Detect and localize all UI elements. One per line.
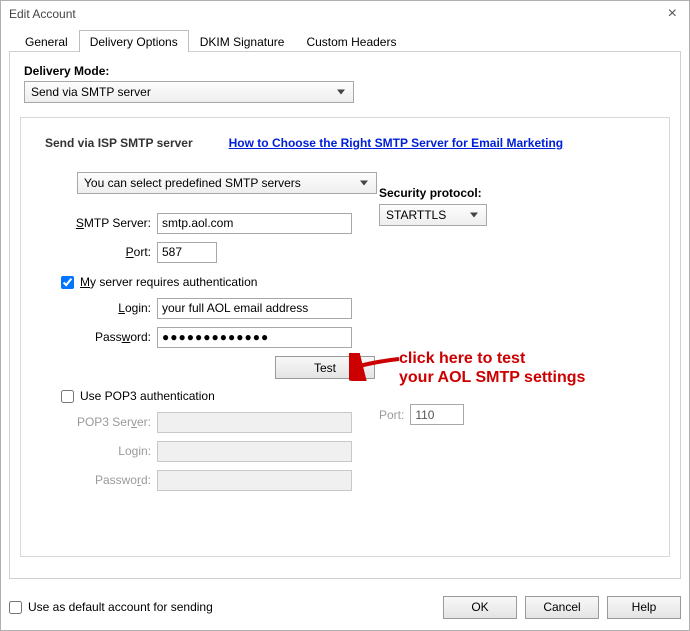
pop3-server-input bbox=[157, 412, 352, 433]
pop3-login-input bbox=[157, 441, 352, 462]
predefined-smtp-selected: You can select predefined SMTP servers bbox=[84, 176, 301, 190]
test-button[interactable]: Test bbox=[275, 356, 375, 379]
use-pop3-checkbox[interactable] bbox=[61, 390, 74, 403]
content-area: General Delivery Options DKIM Signature … bbox=[9, 29, 681, 586]
titlebar: Edit Account × bbox=[1, 1, 689, 27]
security-protocol-selected: STARTTLS bbox=[386, 208, 446, 222]
security-protocol-select[interactable]: STARTTLS bbox=[379, 204, 487, 226]
footer-buttons: OK Cancel Help bbox=[443, 596, 681, 619]
smtp-group: Send via ISP SMTP server How to Choose t… bbox=[20, 117, 670, 557]
delivery-mode-label: Delivery Mode: bbox=[24, 64, 670, 78]
pop3-password-label: Password: bbox=[45, 473, 157, 487]
close-icon[interactable]: × bbox=[662, 5, 683, 23]
cancel-button[interactable]: Cancel bbox=[525, 596, 599, 619]
pop3-fields: POP3 Server: Login: Password: bbox=[45, 409, 651, 493]
footer-left: Use as default account for sending bbox=[9, 600, 213, 614]
smtp-port-input[interactable] bbox=[157, 242, 217, 263]
pop3-port-group: Port: bbox=[379, 404, 464, 425]
smtp-section-title: Send via ISP SMTP server bbox=[45, 136, 193, 150]
tabs: General Delivery Options DKIM Signature … bbox=[14, 29, 681, 51]
use-pop3-row: Use POP3 authentication bbox=[61, 389, 651, 403]
default-account-label[interactable]: Use as default account for sending bbox=[28, 600, 213, 614]
security-protocol-group: Security protocol: STARTTLS bbox=[379, 186, 487, 226]
pop3-login-label: Login: bbox=[45, 444, 157, 458]
smtp-server-input[interactable] bbox=[157, 213, 352, 234]
default-account-checkbox[interactable] bbox=[9, 601, 22, 614]
auth-required-label[interactable]: My server requires authentication bbox=[80, 275, 257, 289]
smtp-help-link[interactable]: How to Choose the Right SMTP Server for … bbox=[229, 136, 564, 150]
pop3-port-label: Port: bbox=[379, 408, 404, 422]
pop3-server-label: POP3 Server: bbox=[45, 415, 157, 429]
smtp-server-label: SMTP Server: bbox=[45, 216, 157, 230]
tab-custom-headers[interactable]: Custom Headers bbox=[295, 30, 407, 52]
tab-panel: Delivery Mode: Send via SMTP server Send… bbox=[9, 51, 681, 579]
security-protocol-label: Security protocol: bbox=[379, 186, 487, 200]
auth-required-checkbox[interactable] bbox=[61, 276, 74, 289]
smtp-login-label: Login: bbox=[45, 301, 157, 315]
test-button-row: Test bbox=[275, 356, 651, 379]
smtp-password-label: Password: bbox=[45, 330, 157, 344]
smtp-header-row: Send via ISP SMTP server How to Choose t… bbox=[45, 136, 651, 150]
use-pop3-label[interactable]: Use POP3 authentication bbox=[80, 389, 215, 403]
tab-delivery-options[interactable]: Delivery Options bbox=[79, 30, 189, 52]
window-title: Edit Account bbox=[9, 7, 76, 21]
predefined-smtp-select[interactable]: You can select predefined SMTP servers bbox=[77, 172, 377, 194]
smtp-port-label: Port: bbox=[45, 245, 157, 259]
delivery-mode-select[interactable]: Send via SMTP server bbox=[24, 81, 354, 103]
edit-account-window: Edit Account × General Delivery Options … bbox=[0, 0, 690, 631]
delivery-mode-selected: Send via SMTP server bbox=[31, 85, 151, 99]
help-button[interactable]: Help bbox=[607, 596, 681, 619]
tab-dkim-signature[interactable]: DKIM Signature bbox=[189, 30, 296, 52]
smtp-password-input[interactable] bbox=[157, 327, 352, 348]
dialog-footer: Use as default account for sending OK Ca… bbox=[9, 592, 681, 622]
tab-general[interactable]: General bbox=[14, 30, 79, 52]
smtp-login-input[interactable] bbox=[157, 298, 352, 319]
pop3-password-input bbox=[157, 470, 352, 491]
pop3-port-input bbox=[410, 404, 464, 425]
auth-required-row: My server requires authentication bbox=[61, 275, 651, 289]
ok-button[interactable]: OK bbox=[443, 596, 517, 619]
